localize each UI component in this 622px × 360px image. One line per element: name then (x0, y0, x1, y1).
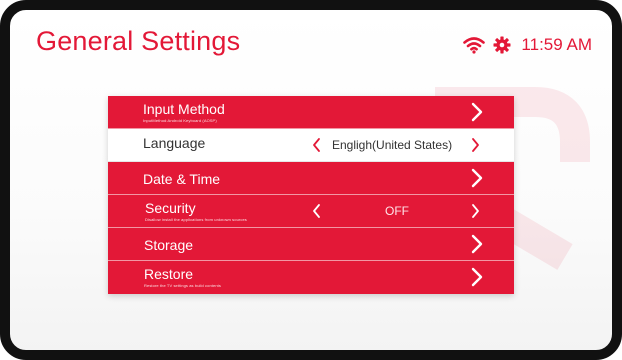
menu-item-language[interactable]: Language Engligh(United States) (108, 129, 514, 162)
menu-item-restore[interactable]: Restore Restore the TV settings as build… (108, 261, 514, 294)
menu-item-date-time[interactable]: Date & Time (108, 162, 514, 195)
chevron-right-icon[interactable] (470, 234, 484, 254)
menu-item-label: Input Method (143, 101, 225, 117)
gear-icon[interactable] (493, 36, 511, 54)
menu-item-label: Language (143, 135, 206, 151)
menu-item-storage[interactable]: Storage (108, 228, 514, 261)
chevron-right-icon[interactable] (470, 267, 484, 287)
chevron-left-icon[interactable] (312, 203, 322, 219)
menu-item-sublabel: InputMethod:Android Keyboard (AOSP) (143, 118, 217, 123)
menu-item-security[interactable]: Security Disallow install the applicatio… (108, 195, 514, 228)
menu-item-label: Date & Time (143, 171, 221, 187)
menu-item-sublabel: Restore the TV settings as build content… (144, 283, 221, 288)
menu-item-label: Restore (144, 266, 194, 282)
clock-time: 11:59 AM (521, 35, 592, 54)
menu-item-sublabel: Disallow install the applications from u… (145, 217, 247, 222)
chevron-right-icon[interactable] (470, 137, 480, 153)
chevron-left-icon[interactable] (312, 137, 322, 153)
menu-item-input-method[interactable]: Input Method InputMethod:Android Keyboar… (108, 96, 514, 129)
menu-item-label: Security (145, 200, 196, 216)
chevron-right-icon[interactable] (470, 203, 480, 219)
tv-screen: General Settings 11:59 AM Input Method I… (0, 0, 622, 360)
status-bar: 11:59 AM (463, 34, 592, 56)
wifi-icon (463, 36, 486, 54)
settings-menu: Input Method InputMethod:Android Keyboar… (108, 96, 514, 294)
chevron-right-icon[interactable] (470, 168, 484, 188)
language-value: Engligh(United States) (332, 138, 453, 152)
page-title: General Settings (36, 26, 241, 56)
chevron-right-icon[interactable] (470, 102, 484, 122)
security-value: OFF (385, 204, 409, 218)
menu-item-label: Storage (144, 237, 194, 253)
